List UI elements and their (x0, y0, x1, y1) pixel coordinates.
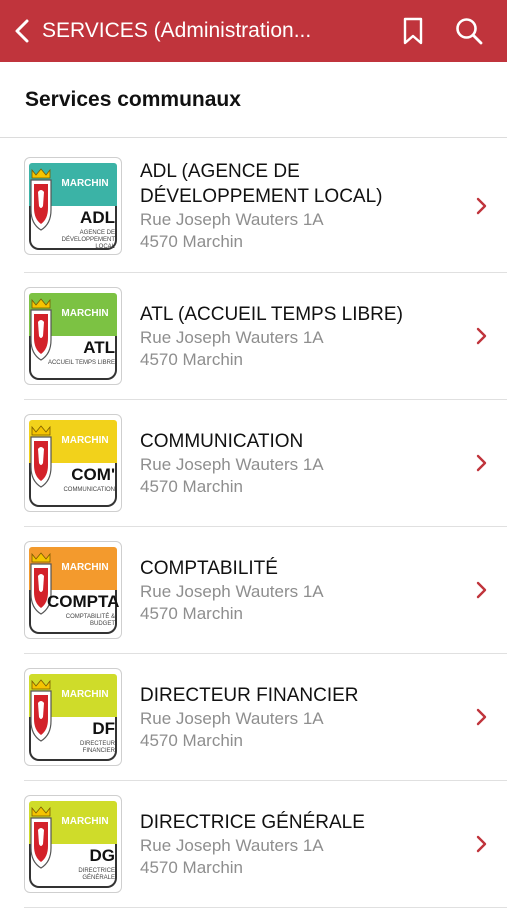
search-button[interactable] (441, 0, 497, 62)
services-list: MARCHIN ADL AGENCE DE DÉVELOPPEMENT LOCA… (0, 139, 507, 908)
logo-abbreviation: DG (89, 846, 116, 865)
logo-subtitle: COMPTABILITÉ & BUDGET (65, 614, 115, 627)
item-city: 4570 Marchin (140, 231, 244, 251)
logo-commune: MARCHIN (61, 435, 109, 446)
service-logo: MARCHIN DG DIRECTRICE GÉNÉRALE (24, 795, 122, 893)
chevron-right-icon (476, 708, 487, 726)
logo-subtitle: ACCUEIL TEMPS LIBRE (47, 360, 115, 366)
item-name: ATL (ACCUEIL TEMPS LIBRE) (140, 303, 403, 325)
list-item[interactable]: MARCHIN COM' COMMUNICATION COMMUNICATION… (24, 400, 507, 527)
bookmark-button[interactable] (385, 0, 441, 62)
item-text: ATL (ACCUEIL TEMPS LIBRE) Rue Joseph Wau… (140, 302, 461, 371)
item-street: Rue Joseph Wauters 1A (140, 708, 324, 728)
row-chevron (461, 327, 501, 345)
logo-subtitle: AGENCE DE DÉVELOPPEMENT LOCAL (61, 229, 115, 250)
logo-subtitle: DIRECTEUR FINANCIER (79, 741, 115, 754)
logo-commune: MARCHIN (61, 562, 109, 573)
item-street: Rue Joseph Wauters 1A (140, 581, 324, 601)
item-name: COMPTABILITÉ (140, 557, 278, 579)
item-text: DIRECTRICE GÉNÉRALE Rue Joseph Wauters 1… (140, 810, 461, 879)
item-street: Rue Joseph Wauters 1A (140, 327, 324, 347)
item-name: ADL (AGENCE DE DÉVELOPPEMENT LOCAL) (140, 160, 383, 207)
item-street: Rue Joseph Wauters 1A (140, 835, 324, 855)
section-header: Services communaux (0, 62, 507, 138)
row-chevron (461, 835, 501, 853)
list-item[interactable]: MARCHIN DG DIRECTRICE GÉNÉRALE DIRECTRIC… (24, 781, 507, 908)
row-chevron (461, 708, 501, 726)
logo-subtitle: COMMUNICATION (63, 487, 115, 493)
logo-commune: MARCHIN (61, 308, 109, 319)
bookmark-icon (403, 17, 423, 45)
logo-abbreviation: ATL (83, 338, 115, 357)
service-logo: MARCHIN ATL ACCUEIL TEMPS LIBRE (24, 287, 122, 385)
list-item[interactable]: MARCHIN DF DIRECTEUR FINANCIER DIRECTEUR… (24, 654, 507, 781)
list-item[interactable]: MARCHIN ATL ACCUEIL TEMPS LIBRE ATL (ACC… (24, 273, 507, 400)
logo-commune: MARCHIN (61, 689, 109, 700)
item-street: Rue Joseph Wauters 1A (140, 454, 324, 474)
chevron-right-icon (476, 581, 487, 599)
search-icon (456, 18, 483, 45)
chevron-right-icon (476, 197, 487, 214)
list-item[interactable]: MARCHIN ADL AGENCE DE DÉVELOPPEMENT LOCA… (24, 139, 507, 273)
item-text: COMPTABILITÉ Rue Joseph Wauters 1A 4570 … (140, 556, 461, 625)
logo-abbreviation: DF (92, 719, 115, 738)
logo-commune: MARCHIN (61, 177, 109, 189)
item-city: 4570 Marchin (140, 603, 244, 623)
logo-abbreviation: COM' (71, 465, 115, 484)
chevron-right-icon (476, 835, 487, 853)
section-title: Services communaux (25, 87, 241, 111)
top-bar: SERVICES (Administration... (0, 0, 507, 62)
service-logo: MARCHIN COMPTA COMPTABILITÉ & BUDGET (24, 541, 122, 639)
item-city: 4570 Marchin (140, 349, 244, 369)
service-logo: MARCHIN COM' COMMUNICATION (24, 414, 122, 512)
item-city: 4570 Marchin (140, 730, 244, 750)
item-name: DIRECTEUR FINANCIER (140, 684, 359, 706)
chevron-right-icon (476, 454, 487, 472)
item-name: DIRECTRICE GÉNÉRALE (140, 811, 365, 833)
logo-abbreviation: ADL (80, 207, 115, 227)
row-chevron (461, 581, 501, 599)
item-text: COMMUNICATION Rue Joseph Wauters 1A 4570… (140, 429, 461, 498)
chevron-right-icon (476, 327, 487, 345)
row-chevron (461, 197, 501, 215)
logo-abbreviation: COMPTA (47, 592, 120, 611)
item-text: DIRECTEUR FINANCIER Rue Joseph Wauters 1… (140, 683, 461, 752)
item-city: 4570 Marchin (140, 857, 244, 877)
logo-subtitle: DIRECTRICE GÉNÉRALE (78, 868, 115, 881)
back-button[interactable] (2, 0, 42, 62)
service-logo: MARCHIN ADL AGENCE DE DÉVELOPPEMENT LOCA… (24, 156, 122, 255)
row-chevron (461, 454, 501, 472)
list-item[interactable]: MARCHIN COMPTA COMPTABILITÉ & BUDGET COM… (24, 527, 507, 654)
chevron-left-icon (15, 19, 29, 43)
service-logo: MARCHIN DF DIRECTEUR FINANCIER (24, 668, 122, 766)
item-city: 4570 Marchin (140, 476, 244, 496)
page-title: SERVICES (Administration... (42, 19, 312, 42)
item-name: COMMUNICATION (140, 430, 304, 452)
item-text: ADL (AGENCE DE DÉVELOPPEMENT LOCAL) Rue … (140, 159, 461, 253)
item-street: Rue Joseph Wauters 1A (140, 209, 324, 229)
logo-commune: MARCHIN (61, 816, 109, 827)
